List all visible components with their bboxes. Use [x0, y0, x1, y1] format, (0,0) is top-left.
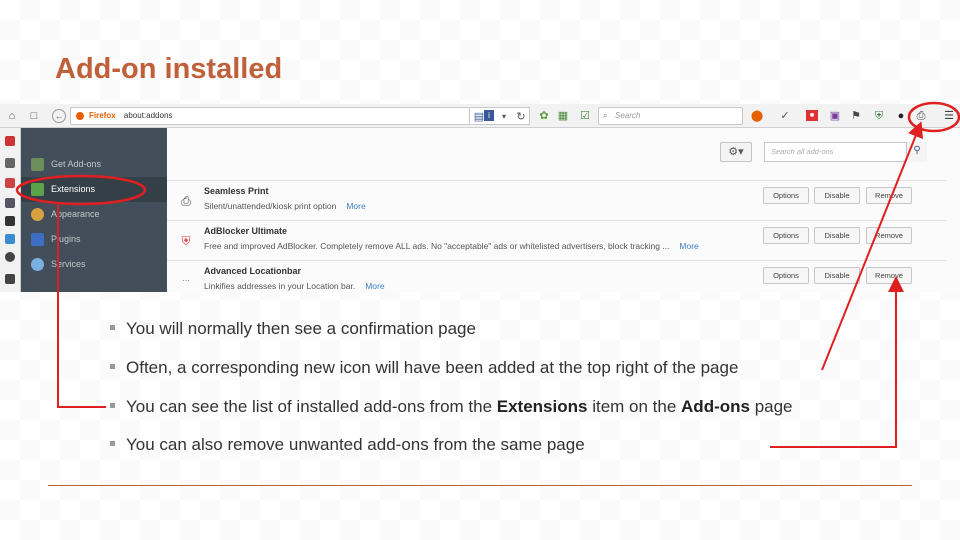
- sidebar-item-extensions[interactable]: Extensions: [21, 177, 167, 202]
- bullet-item: Often, a corresponding new icon will hav…: [110, 358, 738, 378]
- pin-icon[interactable]: ⚑: [849, 109, 863, 123]
- addons-emphasis: Add-ons: [681, 397, 750, 416]
- box-icon[interactable]: [5, 216, 15, 226]
- sidebar-item-label: Extensions: [51, 184, 96, 194]
- shield-addon-icon[interactable]: ⬤: [750, 109, 764, 123]
- plugin-icon: [31, 233, 44, 246]
- addon-name: Advanced Locationbar: [204, 266, 302, 276]
- remove-button[interactable]: Remove: [866, 227, 912, 244]
- adblock-shield-icon: ⛨: [181, 234, 191, 248]
- addons-search-input[interactable]: Search all add-ons: [764, 142, 927, 162]
- dropdown-icon[interactable]: ▾: [497, 110, 511, 124]
- url-bar-actions: ▤ i ▾ ↻: [470, 107, 530, 125]
- gear-icon: ⚙▾: [728, 146, 744, 158]
- back-icon[interactable]: ←: [52, 109, 66, 123]
- addon-row-adblocker-ultimate: ⛨ AdBlocker Ultimate Free and improved A…: [167, 220, 947, 260]
- addon-description: Silent/unattended/kiosk print option More: [204, 201, 366, 211]
- twitter-icon[interactable]: [5, 234, 15, 244]
- bullet-item: You will normally then see a confirmatio…: [110, 319, 476, 339]
- bullet-marker: [110, 364, 115, 370]
- sidebar-item-label: Appearance: [51, 209, 100, 219]
- home-icon[interactable]: ⌂: [5, 109, 19, 123]
- sidebar-item-appearance[interactable]: Appearance: [21, 202, 167, 227]
- menu-icon[interactable]: ☰: [942, 109, 956, 123]
- disable-button[interactable]: Disable: [814, 267, 860, 284]
- disable-button[interactable]: Disable: [814, 187, 860, 204]
- addons-search-button[interactable]: ⚲: [906, 142, 927, 162]
- sidebar-item-get-addons[interactable]: Get Add-ons: [21, 152, 167, 177]
- disable-button[interactable]: Disable: [814, 227, 860, 244]
- bullet-text: Often, a corresponding new icon will hav…: [126, 358, 739, 377]
- addon-row-advanced-locationbar: ⋯ Advanced Locationbar Linkifies address…: [167, 260, 947, 292]
- bullet-marker: [110, 441, 115, 447]
- sidebar-item-label: Get Add-ons: [51, 159, 102, 169]
- get-addons-icon: [31, 158, 44, 171]
- addon-row-seamless-print: ⎙ Seamless Print Silent/unattended/kiosk…: [167, 180, 947, 220]
- left-toolbar: [0, 128, 21, 292]
- remove-arrow: [770, 276, 904, 448]
- addon-more-link[interactable]: More: [679, 241, 698, 251]
- printer-icon: ⎙: [181, 194, 191, 208]
- locationbar-icon: ⋯: [182, 276, 190, 285]
- addon-name: Seamless Print: [204, 186, 269, 196]
- addon-more-link[interactable]: More: [365, 281, 384, 291]
- account-icon[interactable]: ●: [894, 109, 908, 123]
- download-icon[interactable]: [5, 274, 15, 284]
- url-bar[interactable]: Firefox about:addons: [70, 107, 470, 125]
- sidebar-item-label: Services: [51, 259, 86, 269]
- bullet-marker: [110, 403, 115, 409]
- printer-icon[interactable]: ⎙: [914, 109, 928, 123]
- pocket-icon[interactable]: ✓: [778, 109, 792, 123]
- sidebar-item-label: Plugins: [51, 234, 81, 244]
- firefox-logo-icon: [76, 112, 84, 120]
- adblock-badge-icon[interactable]: ■: [806, 110, 818, 121]
- clock-icon[interactable]: [5, 252, 15, 262]
- remove-button[interactable]: Remove: [866, 267, 912, 284]
- options-button[interactable]: Options: [763, 267, 809, 284]
- grid-icon[interactable]: ▦: [556, 109, 570, 123]
- tools-gear-button[interactable]: ⚙▾: [720, 142, 752, 162]
- addons-sidebar: Get Add-ons Extensions Appearance Plugin…: [21, 128, 167, 292]
- sidebar-toggle-icon[interactable]: □: [27, 109, 41, 123]
- sidebar-item-plugins[interactable]: Plugins: [21, 227, 167, 252]
- options-button[interactable]: Options: [763, 227, 809, 244]
- leaf-icon[interactable]: ✿: [537, 109, 551, 123]
- slide-title: Add-on installed: [55, 53, 283, 85]
- search-icon: ⚲: [913, 145, 921, 156]
- sidebar-item-services[interactable]: Services: [21, 252, 167, 277]
- document-icon[interactable]: [5, 158, 15, 168]
- extensions-emphasis: Extensions: [496, 397, 588, 416]
- bullet-text: You will normally then see a confirmatio…: [126, 319, 476, 338]
- options-button[interactable]: Options: [763, 187, 809, 204]
- info-icon[interactable]: i: [484, 110, 494, 121]
- url-text: about:addons: [123, 111, 173, 120]
- footer-divider: [48, 485, 912, 486]
- checklist-icon[interactable]: ☑: [578, 109, 592, 123]
- bullet-marker: [110, 325, 115, 331]
- addon-name: AdBlocker Ultimate: [204, 226, 288, 236]
- bullet-item: You can also remove unwanted add-ons fro…: [110, 435, 585, 455]
- search-bar[interactable]: Search: [598, 107, 743, 125]
- browser-toolbar: ⌂ □ ← Firefox about:addons ▤ i ▾ ↻ ✿ ▦ ☑…: [0, 104, 960, 128]
- bullet-item: You can see the list of installed add-on…: [110, 397, 793, 417]
- services-icon: [31, 258, 44, 271]
- shield-check-icon[interactable]: ⛨: [872, 109, 886, 123]
- warning-icon[interactable]: [5, 136, 15, 146]
- addon-more-link[interactable]: More: [346, 201, 365, 211]
- url-brand: Firefox: [89, 111, 116, 120]
- remove-button[interactable]: Remove: [866, 187, 912, 204]
- addons-content: ⚙▾ Search all add-ons ⚲ ⎙ Seamless Print…: [167, 128, 960, 292]
- reload-icon[interactable]: ↻: [514, 110, 528, 124]
- purple-addon-icon[interactable]: ▣: [828, 109, 842, 123]
- addon-description: Linkifies addresses in your Location bar…: [204, 281, 385, 291]
- puzzle-icon: [31, 183, 44, 196]
- palette-icon: [31, 208, 44, 221]
- bullet-text: You can also remove unwanted add-ons fro…: [126, 435, 585, 454]
- addon-description: Free and improved AdBlocker. Completely …: [204, 241, 699, 251]
- bookmark-icon[interactable]: [5, 178, 15, 188]
- list-icon[interactable]: [5, 198, 15, 208]
- browser-screenshot: ⌂ □ ← Firefox about:addons ▤ i ▾ ↻ ✿ ▦ ☑…: [0, 104, 960, 292]
